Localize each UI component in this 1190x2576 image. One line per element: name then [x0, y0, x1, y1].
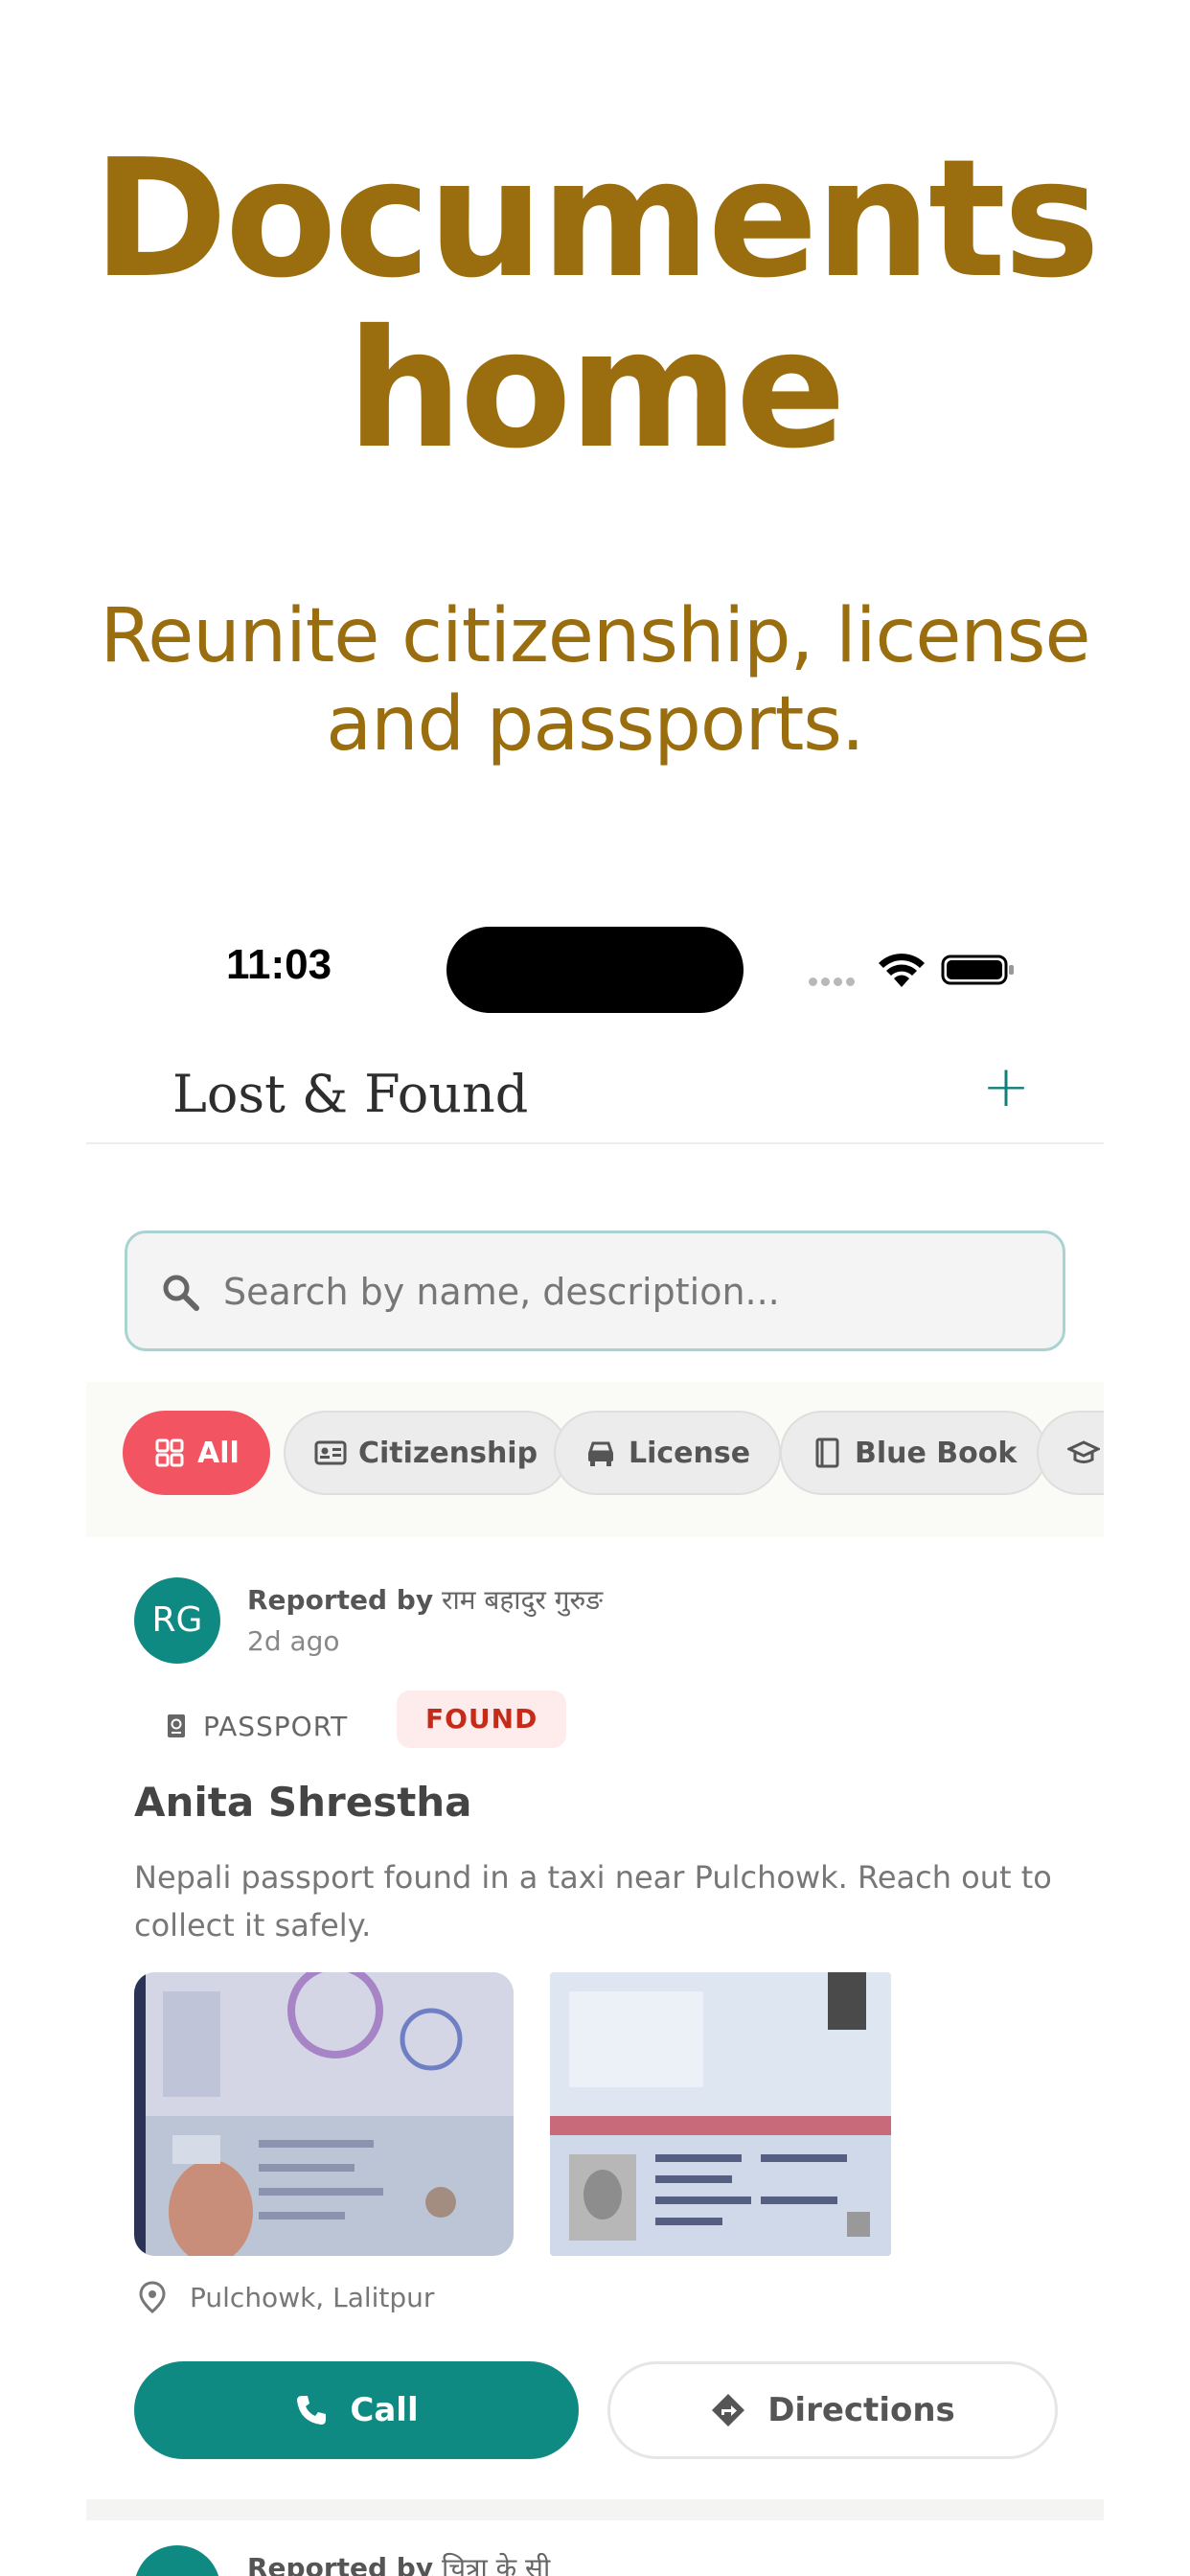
- car-icon: [587, 1441, 614, 1466]
- wifi-icon: [879, 954, 925, 987]
- location-label: Pulchowk, Lalitpur: [190, 2281, 435, 2313]
- document-type-label: PASSPORT: [203, 1710, 349, 1742]
- phone-screen: 11:03 Lost & Found + Search by name, des…: [86, 901, 1104, 2576]
- app-header: Lost & Found +: [86, 1035, 1104, 1144]
- reporter-name: राम बहादुर गुरुङ: [442, 1584, 604, 1616]
- grid-icon: [155, 1438, 184, 1467]
- battery-icon: [941, 954, 1014, 985]
- document-owner-name: Anita Shrestha: [134, 1779, 472, 1826]
- location-pin-icon: [139, 2281, 166, 2313]
- filter-chip-education[interactable]: [1037, 1411, 1104, 1495]
- filter-chip-all[interactable]: All: [123, 1411, 270, 1495]
- call-button-label: Call: [350, 2391, 419, 2429]
- reporter-name: चित्रा के सी: [442, 2552, 551, 2576]
- location: Pulchowk, Lalitpur: [134, 2281, 434, 2313]
- reported-by-prefix: Reported by: [247, 2552, 434, 2576]
- cellular-signal-icon: [809, 974, 858, 991]
- report-card-next[interactable]: Reported by चित्रा के सी: [86, 2520, 1104, 2576]
- dynamic-island: [446, 927, 744, 1013]
- phone-icon: [297, 2396, 327, 2425]
- filter-chip-blue-book[interactable]: Blue Book: [780, 1411, 1048, 1495]
- call-button[interactable]: Call: [134, 2361, 579, 2459]
- filter-chip-citizenship[interactable]: Citizenship: [284, 1411, 569, 1495]
- report-card[interactable]: RG Reported by राम बहादुर गुरुङ 2d ago P…: [86, 1537, 1104, 2499]
- directions-button-label: Directions: [767, 2391, 955, 2429]
- status-time: 11:03: [226, 941, 332, 988]
- book-icon: [815, 1438, 839, 1468]
- hero-title-line2: home: [346, 295, 846, 485]
- search-bar[interactable]: [125, 1230, 1065, 1351]
- status-badge: FOUND: [397, 1690, 567, 1748]
- search-icon: [163, 1275, 199, 1311]
- document-type: PASSPORT: [163, 1698, 348, 1754]
- filter-chip-label: License: [629, 1436, 751, 1470]
- graduation-cap-icon: [1067, 1440, 1100, 1463]
- card-divider: [86, 2499, 1104, 2520]
- status-bar: 11:03: [86, 901, 1104, 1035]
- passport-photo-1[interactable]: [134, 1972, 514, 2256]
- avatar: [134, 2545, 220, 2576]
- report-description: Nepali passport found in a taxi near Pul…: [134, 1859, 1052, 1944]
- reported-by: Reported by राम बहादुर गुरुङ: [247, 1581, 603, 1618]
- avatar: RG: [134, 1577, 220, 1664]
- filter-chip-bar: All Citizenship License Blue Book: [86, 1382, 1104, 1537]
- filter-chip-label: Citizenship: [358, 1436, 538, 1470]
- hero-subtitle: Reunite citizenship, license and passpor…: [0, 592, 1190, 769]
- page-title: Lost & Found: [172, 1064, 529, 1124]
- time-ago: 2d ago: [247, 1625, 340, 1657]
- id-card-icon: [314, 1440, 347, 1465]
- passport-icon: [168, 1714, 185, 1737]
- directions-button[interactable]: Directions: [607, 2361, 1058, 2459]
- filter-chip-license[interactable]: License: [554, 1411, 782, 1495]
- search-input[interactable]: [223, 1260, 1028, 1323]
- hero-title: Documents home: [0, 134, 1190, 475]
- reported-by-prefix: Reported by: [247, 1584, 434, 1616]
- reported-by: Reported by चित्रा के सी: [247, 2549, 550, 2576]
- add-report-button[interactable]: +: [979, 1058, 1033, 1116]
- filter-chip-label: All: [197, 1436, 240, 1470]
- hero-subtitle-line1: Reunite citizenship, license: [100, 593, 1091, 679]
- passport-photo-2[interactable]: [550, 1972, 891, 2256]
- hero-title-line1: Documents: [92, 125, 1101, 314]
- hero-subtitle-line2: and passports.: [326, 681, 864, 768]
- directions-icon: [712, 2394, 745, 2426]
- filter-chip-label: Blue Book: [855, 1436, 1018, 1470]
